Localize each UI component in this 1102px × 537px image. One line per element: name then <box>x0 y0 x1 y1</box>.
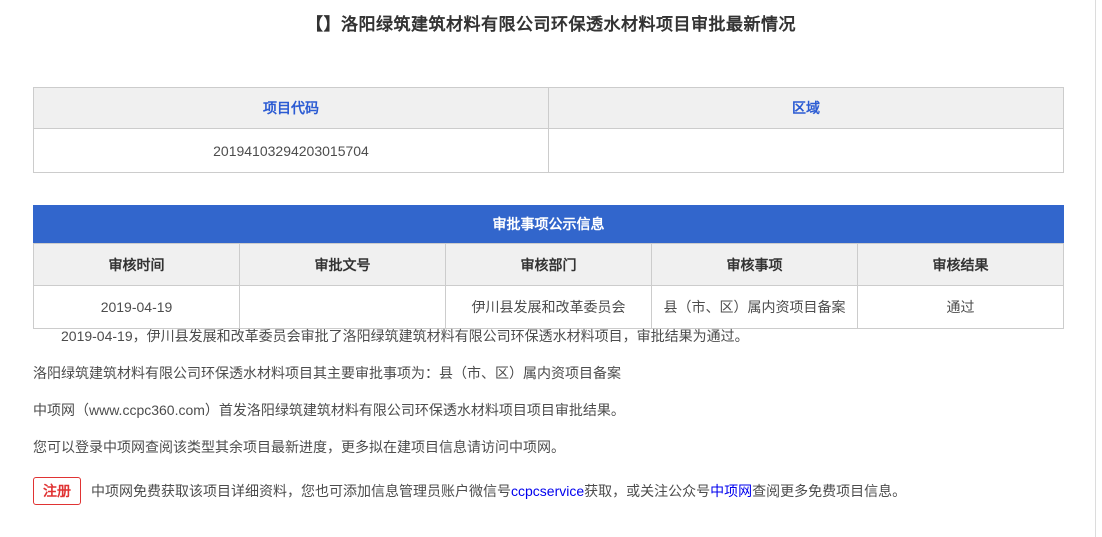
review-time-value: 2019-04-19 <box>34 286 240 329</box>
approval-table-data-row: 2019-04-19 伊川县发展和改革委员会 县（市、区）属内资项目备案 通过 <box>34 286 1064 329</box>
project-code-header: 项目代码 <box>34 88 549 129</box>
register-notice: 注册 中项网免费获取该项目详细资料，您也可添加信息管理员账户微信号 ccpcse… <box>33 477 1064 505</box>
review-matter-header: 审核事项 <box>652 244 858 286</box>
page-right-edge-line <box>1095 0 1096 537</box>
register-text-middle: 获取，或关注公众号 <box>584 484 710 498</box>
approval-doc-number-header: 审批文号 <box>240 244 446 286</box>
page-title: 【】洛阳绿筑建筑材料有限公司环保透水材料项目审批最新情况 <box>0 0 1102 36</box>
region-header: 区域 <box>549 88 1064 129</box>
register-text-before: 中项网免费获取该项目详细资料，您也可添加信息管理员账户微信号 <box>91 484 511 498</box>
summary-paragraph: 2019-04-19，伊川县发展和改革委员会审批了洛阳绿筑建筑材料有限公司环保透… <box>33 329 1064 343</box>
review-matter-value: 县（市、区）属内资项目备案 <box>652 286 858 329</box>
main-content: 项目代码 区域 20194103294203015704 审批事项公示信息 审核… <box>33 87 1064 505</box>
review-time-header: 审核时间 <box>34 244 240 286</box>
more-info-paragraph: 您可以登录中项网查阅该类型其余项目最新进度，更多拟在建项目信息请访问中项网。 <box>33 440 1064 454</box>
project-info-table: 项目代码 区域 20194103294203015704 <box>33 87 1064 173</box>
source-paragraph: 中项网（www.ccpc360.com）首发洛阳绿筑建筑材料有限公司环保透水材料… <box>33 403 1064 417</box>
site-name-link[interactable]: 中项网 <box>710 484 752 498</box>
approval-doc-number-value <box>240 286 446 329</box>
review-department-header: 审核部门 <box>446 244 652 286</box>
project-table-data-row: 20194103294203015704 <box>34 129 1064 173</box>
wechat-id-link[interactable]: ccpcservice <box>511 484 584 498</box>
region-value <box>549 129 1064 173</box>
approval-banner: 审批事项公示信息 <box>33 205 1064 243</box>
approval-table: 审核时间 审批文号 审核部门 审核事项 审核结果 2019-04-19 伊川县发… <box>33 243 1064 329</box>
review-department-value: 伊川县发展和改革委员会 <box>446 286 652 329</box>
approval-table-header-row: 审核时间 审批文号 审核部门 审核事项 审核结果 <box>34 244 1064 286</box>
register-text-after: 查阅更多免费项目信息。 <box>752 484 906 498</box>
register-button[interactable]: 注册 <box>33 477 81 505</box>
matter-paragraph: 洛阳绿筑建筑材料有限公司环保透水材料项目其主要审批事项为：县（市、区）属内资项目… <box>33 366 1064 380</box>
project-table-header-row: 项目代码 区域 <box>34 88 1064 129</box>
review-result-header: 审核结果 <box>858 244 1064 286</box>
review-result-value: 通过 <box>858 286 1064 329</box>
project-code-value: 20194103294203015704 <box>34 129 549 173</box>
